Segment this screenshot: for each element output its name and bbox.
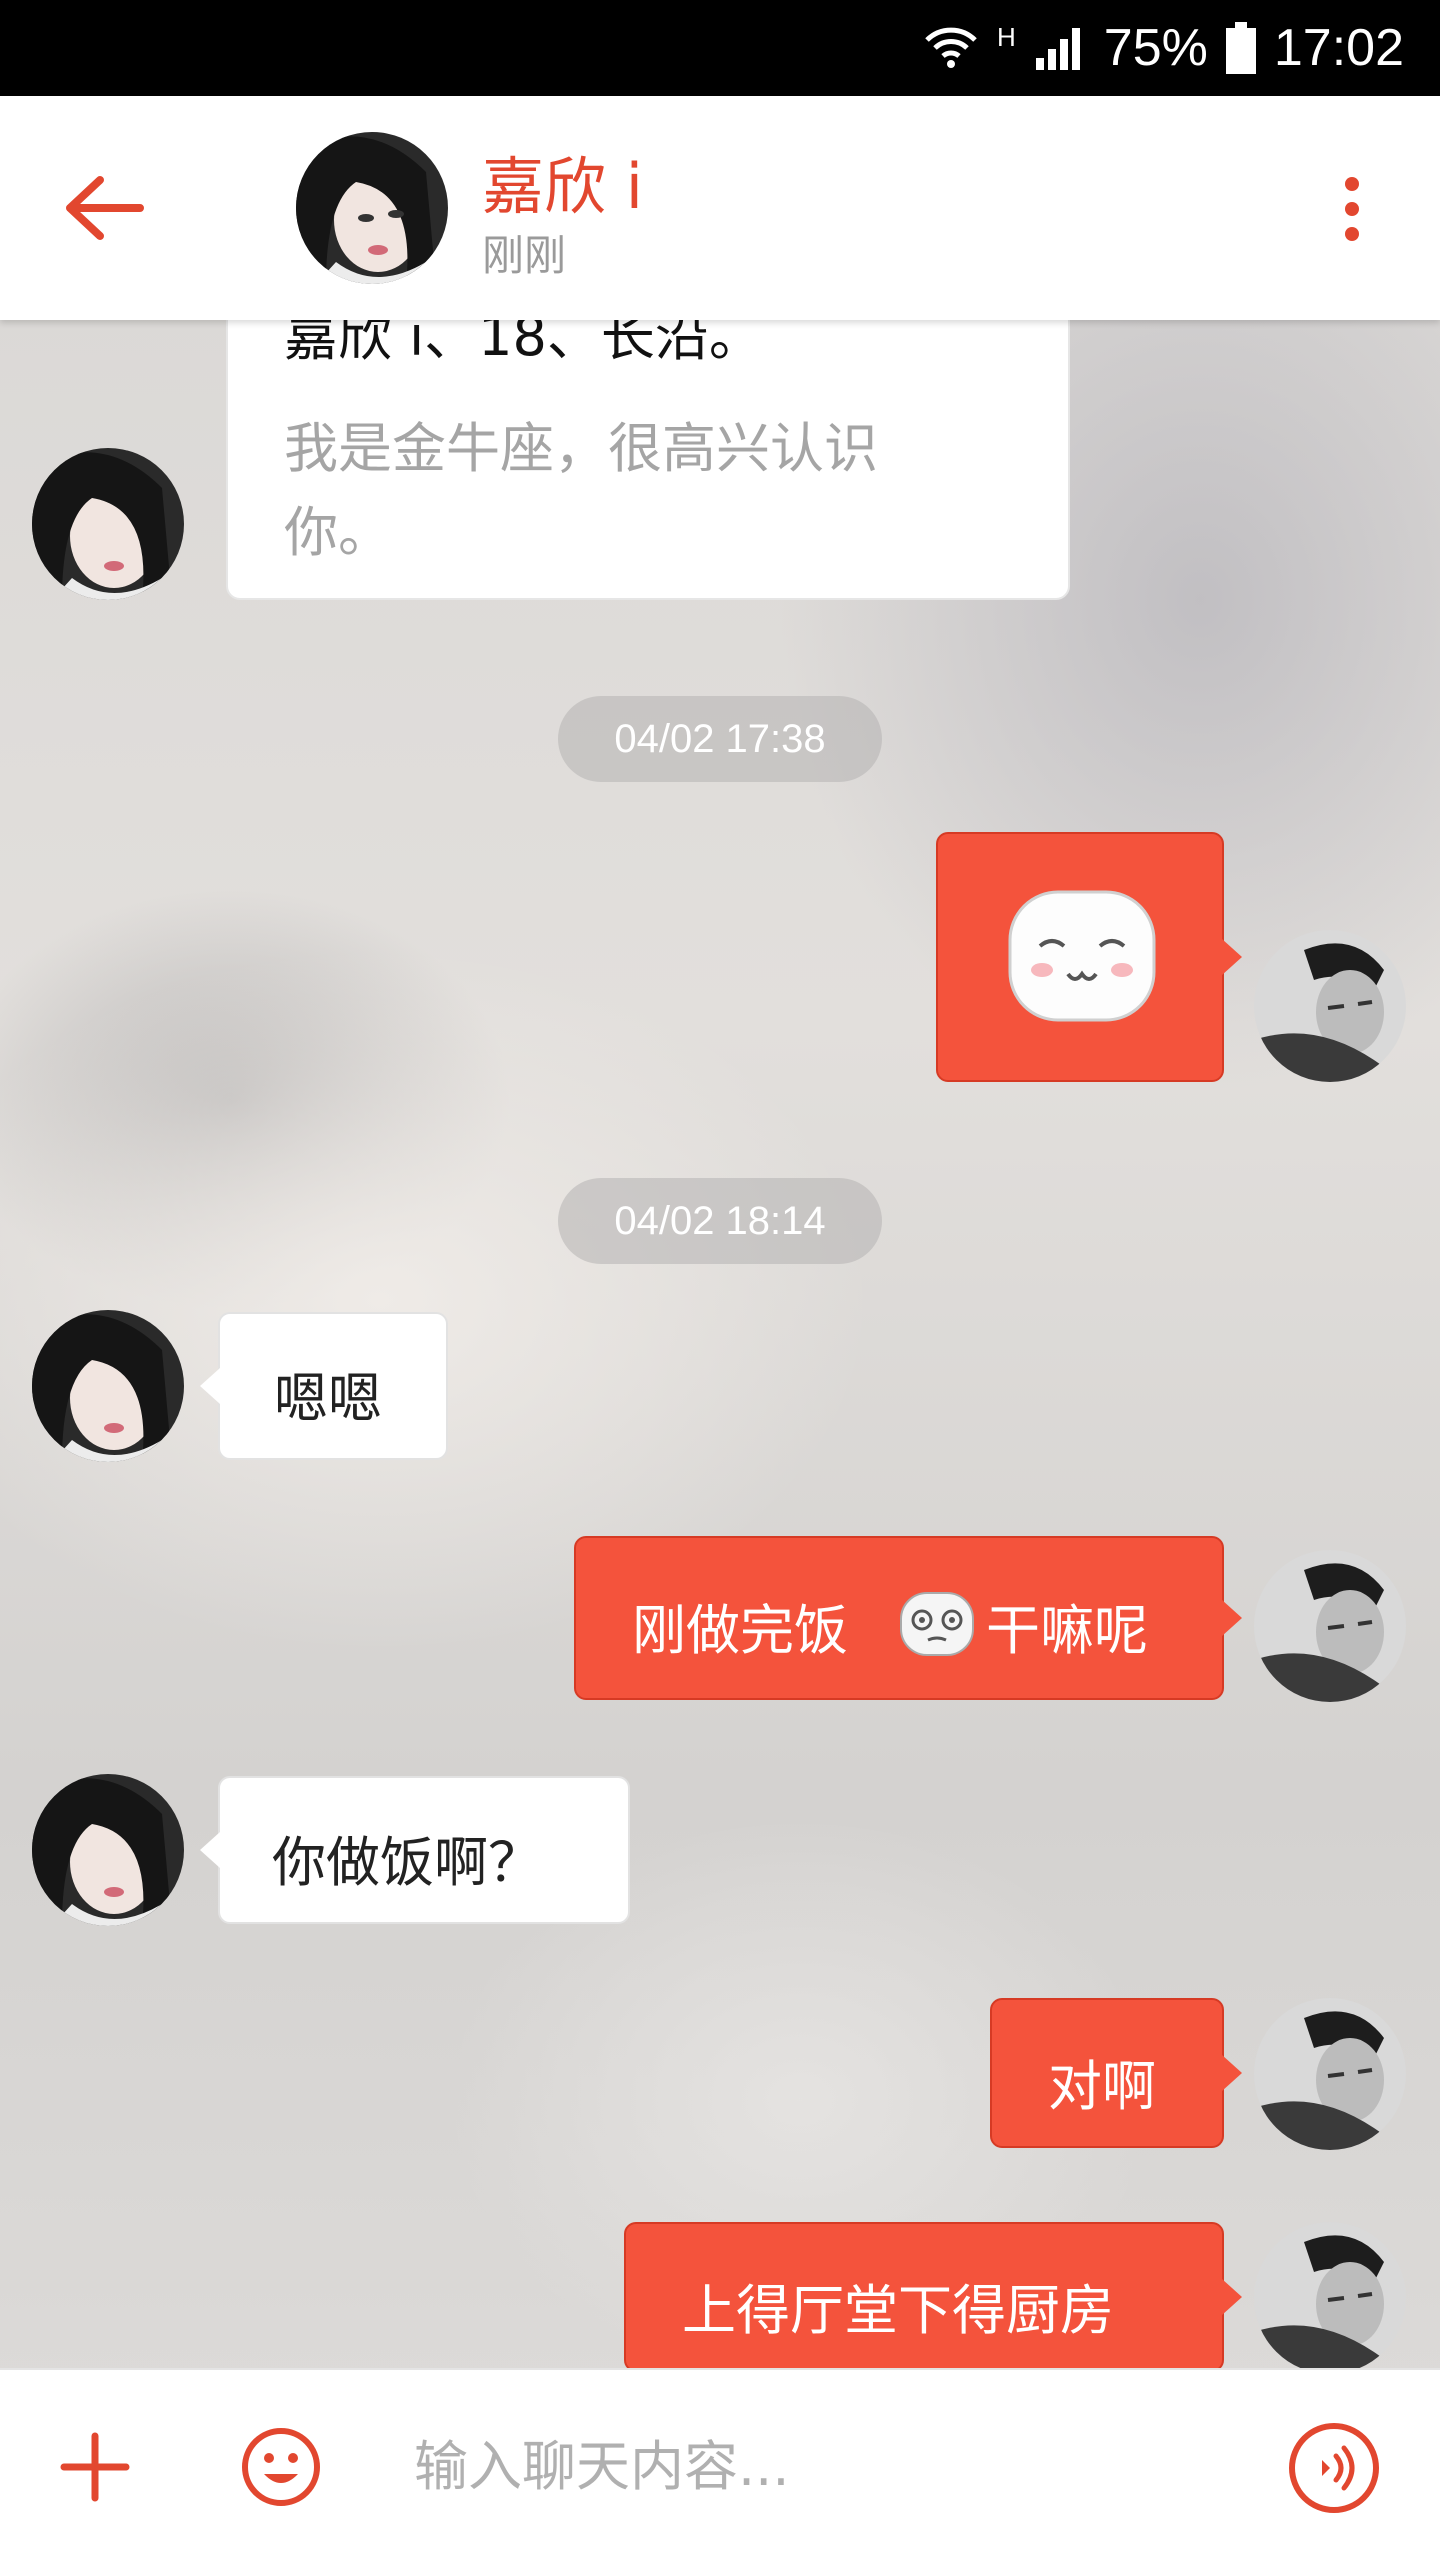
message-text: 上得厅堂下得厨房 <box>682 2279 1114 2342</box>
chat-text-input[interactable] <box>412 2420 1216 2512</box>
smiling-face-sticker-icon <box>1008 890 1156 1022</box>
battery-icon <box>1225 22 1256 74</box>
outgoing-message-bubble[interactable]: 刚做完饭 干嘛呢 <box>574 1536 1242 1700</box>
outgoing-sticker-bubble[interactable] <box>936 832 1242 1082</box>
emoji-button[interactable] <box>240 2426 322 2508</box>
contact-message-avatar[interactable] <box>32 1774 184 1926</box>
contact-message-avatar[interactable] <box>32 448 184 600</box>
timestamp-divider: 04/02 17:38 <box>558 696 882 782</box>
dizzy-face-emoji-icon <box>900 1592 974 1656</box>
arrow-left-icon <box>66 176 144 240</box>
user-avatar[interactable] <box>1254 930 1406 1082</box>
outgoing-message-bubble[interactable]: 上得厅堂下得厨房 <box>624 2222 1242 2372</box>
message-text: 嗯嗯 <box>274 1367 382 1430</box>
message-text: 你做饭啊？ <box>272 1831 542 1894</box>
battery-percent: 75% <box>1103 19 1208 77</box>
voice-wave-icon <box>1289 2423 1379 2513</box>
attach-button[interactable] <box>60 2432 130 2502</box>
chat-header: 嘉欣 i 刚刚 <box>0 96 1440 320</box>
contact-message-avatar[interactable] <box>32 1310 184 1462</box>
back-button[interactable] <box>60 172 150 244</box>
message-text: 干嘛呢 <box>986 1599 1148 1662</box>
more-menu-button[interactable] <box>1332 174 1372 244</box>
plus-icon <box>60 2432 130 2502</box>
voice-input-button[interactable] <box>1286 2420 1382 2516</box>
contact-status: 刚刚 <box>482 231 567 280</box>
network-type: H <box>997 21 1016 52</box>
clock: 17:02 <box>1273 19 1404 77</box>
contact-name: 嘉欣 i <box>482 150 643 223</box>
message-input-bar <box>0 2368 1440 2562</box>
contact-avatar[interactable] <box>296 132 448 284</box>
incoming-message-bubble[interactable]: 你做饭啊？ <box>200 1776 630 1924</box>
intro-line-2: 我是金牛座，很高兴认识你。 <box>284 417 878 564</box>
signal-icon <box>1034 24 1086 72</box>
wifi-icon <box>923 24 979 72</box>
timestamp-divider: 04/02 18:14 <box>558 1178 882 1264</box>
more-vertical-icon <box>1345 177 1359 241</box>
message-text: 对啊 <box>1048 2055 1156 2118</box>
smiley-icon <box>242 2428 320 2506</box>
user-avatar[interactable] <box>1254 1998 1406 2150</box>
incoming-message-bubble[interactable]: 嗯嗯 <box>200 1312 448 1460</box>
user-avatar[interactable] <box>1254 1550 1406 1702</box>
outgoing-message-bubble[interactable]: 对啊 <box>990 1998 1242 2148</box>
user-avatar[interactable] <box>1254 2222 1406 2374</box>
message-text: 刚做完饭 <box>632 1599 848 1662</box>
status-bar: H 75% 17:02 <box>0 0 1440 96</box>
